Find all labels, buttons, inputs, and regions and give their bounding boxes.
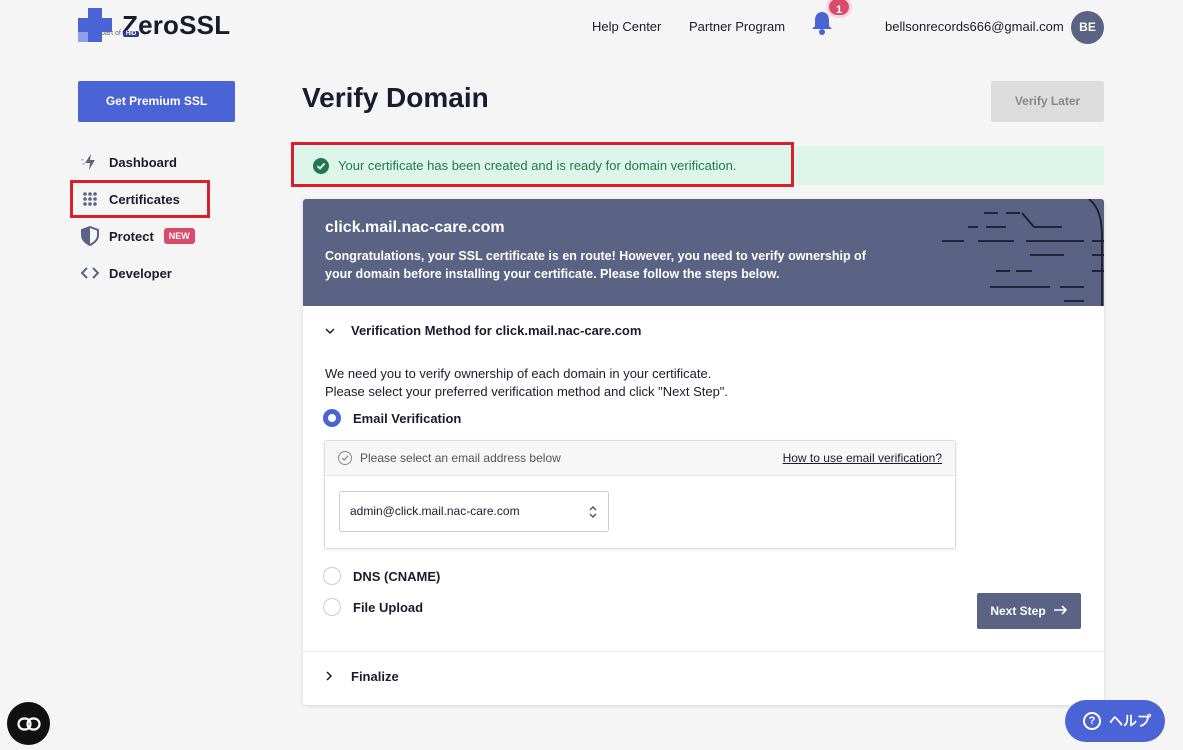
card-domain: click.mail.nac-care.com [325,219,505,236]
chevron-right-icon [325,669,335,684]
sidebar-item-label: Protect [109,228,154,244]
step-finalize[interactable]: Finalize [325,669,399,684]
email-verification-help-link[interactable]: How to use email verification? [783,451,942,465]
sidebar-item-developer[interactable]: Developer [80,263,172,283]
instructions: We need you to verify ownership of each … [325,365,728,401]
card-header: click.mail.nac-care.com Congratulations,… [303,199,1104,306]
chat-link-icon[interactable] [7,702,50,745]
avatar[interactable]: BE [1071,11,1104,44]
user-email[interactable]: bellsonrecords666@gmail.com [885,19,1064,34]
radio-label: Email Verification [353,410,462,426]
radio-button[interactable] [323,567,341,585]
radio-file-upload[interactable]: File Upload [323,598,423,616]
radio-button[interactable] [323,598,341,616]
chevron-down-icon [325,323,337,338]
instructions-line-1: We need you to verify ownership of each … [325,366,712,381]
finalize-label: Finalize [351,669,399,684]
code-brackets-icon [80,263,100,283]
help-button[interactable]: ? ヘルプ [1065,700,1165,742]
radio-button[interactable] [323,409,341,427]
highlight-box-alert [291,142,794,187]
highlight-box-certificates [70,180,210,218]
email-address-select[interactable]: admin@click.mail.nac-care.com [339,491,609,532]
get-premium-ssl-button[interactable]: Get Premium SSL [78,81,235,122]
sidebar-item-label: Dashboard [109,154,177,170]
radio-dns-cname[interactable]: DNS (CNAME) [323,567,440,585]
divider [303,651,1104,652]
email-panel-header-text: Please select an email address below [360,451,561,465]
card-description: Congratulations, your SSL certificate is… [325,249,866,281]
new-badge: NEW [163,228,195,244]
verification-card: click.mail.nac-care.com Congratulations,… [303,199,1104,705]
decorative-lines-icon [942,199,1104,306]
next-step-label: Next Step [990,604,1046,618]
radio-email-verification[interactable]: Email Verification [323,409,461,427]
page-title: Verify Domain [302,82,489,113]
partner-program-link[interactable]: Partner Program [689,19,785,34]
arrow-right-icon [1053,604,1068,618]
email-select-value: admin@click.mail.nac-care.com [350,504,520,518]
lightning-icon [80,152,100,172]
sidebar-item-protect[interactable]: Protect NEW [80,226,195,246]
check-circle-outline-icon [338,451,352,465]
help-label: ヘルプ [1109,713,1151,729]
chevron-updown-icon [589,506,597,518]
step-title: Verification Method for click.mail.nac-c… [351,323,642,338]
email-panel-header: Please select an email address below How… [325,441,955,476]
sidebar-item-label: Developer [109,265,172,281]
question-icon: ? [1083,712,1101,730]
sidebar-item-dashboard[interactable]: Dashboard [80,152,177,172]
notification-badge: 1 [826,0,852,18]
step-verification-method[interactable]: Verification Method for click.mail.nac-c… [325,323,641,338]
radio-label: File Upload [353,599,424,615]
verify-later-button[interactable]: Verify Later [991,81,1104,122]
instructions-line-2: Please select your preferred verificatio… [325,384,729,399]
logo-sub: part of HID [101,30,140,37]
shield-icon [80,226,100,246]
next-step-button[interactable]: Next Step [977,593,1081,629]
radio-label: DNS (CNAME) [353,568,441,584]
help-center-link[interactable]: Help Center [592,19,661,34]
email-verification-panel: Please select an email address below How… [324,440,956,549]
